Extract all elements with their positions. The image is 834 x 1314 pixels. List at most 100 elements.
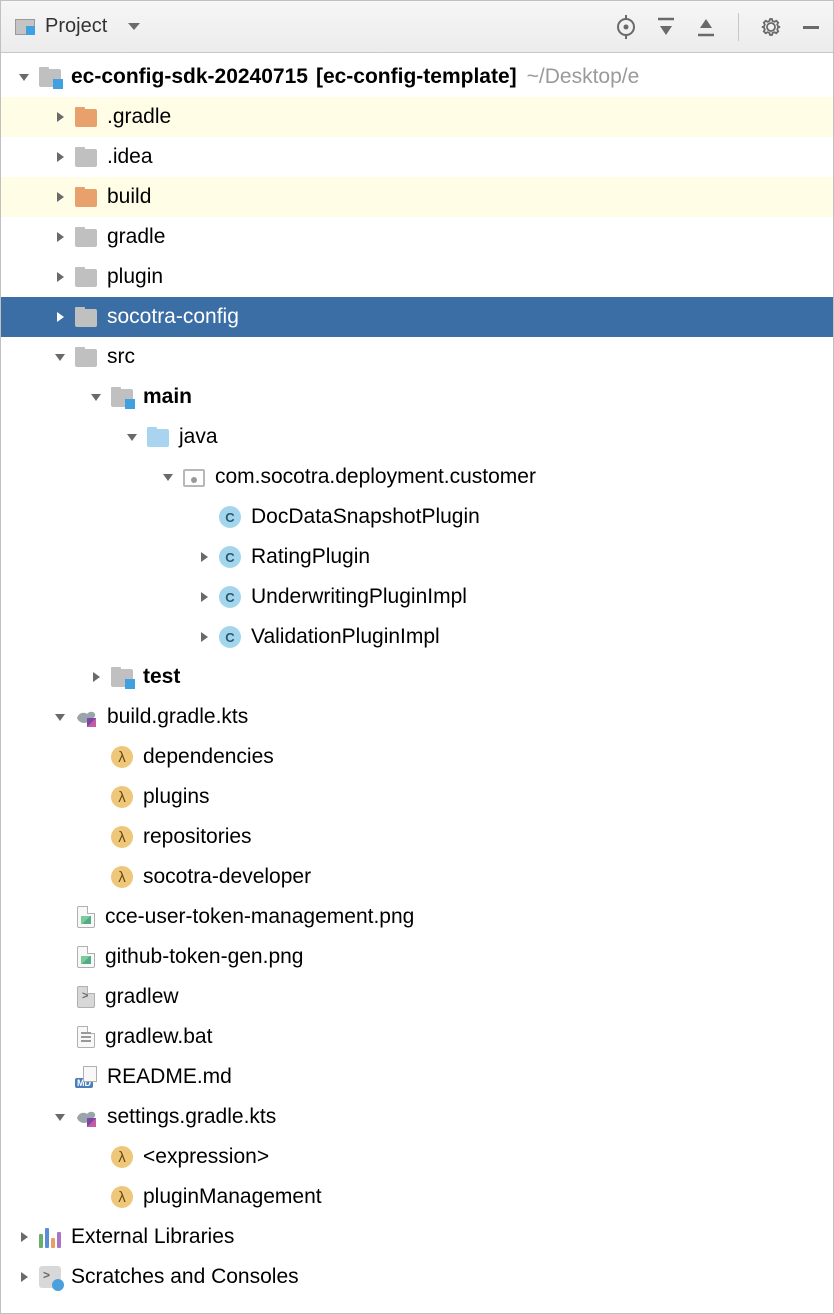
node-label: build (107, 185, 151, 209)
node-label: cce-user-token-management.png (105, 905, 414, 929)
folder-icon (75, 349, 97, 367)
tree-node-idea[interactable]: .idea (1, 137, 833, 177)
folder-icon (75, 229, 97, 247)
node-label: gradlew (105, 985, 179, 1009)
expand-arrow[interactable] (51, 708, 69, 726)
project-tree[interactable]: ec-config-sdk-20240715 [ec-config-templa… (1, 53, 833, 1297)
tree-node-gradle-dot[interactable]: .gradle (1, 97, 833, 137)
tree-node-class[interactable]: C ValidationPluginImpl (1, 617, 833, 657)
node-label: github-token-gen.png (105, 945, 304, 969)
tree-node-gradle[interactable]: gradle (1, 217, 833, 257)
node-label: plugin (107, 265, 163, 289)
module-folder-icon (111, 669, 133, 687)
tree-node-file[interactable]: gradlew.bat (1, 1017, 833, 1057)
tree-node-socotra-config[interactable]: socotra-config (1, 297, 833, 337)
expand-arrow[interactable] (15, 1228, 33, 1246)
tree-node-build[interactable]: build (1, 177, 833, 217)
tree-node-main[interactable]: main (1, 377, 833, 417)
source-folder-icon (147, 429, 169, 447)
shell-script-icon (77, 986, 95, 1008)
expand-all-icon (654, 15, 678, 39)
tree-node-file[interactable]: gradlew (1, 977, 833, 1017)
expand-arrow[interactable] (195, 628, 213, 646)
collapse-all-button[interactable] (694, 15, 718, 39)
target-icon (614, 15, 638, 39)
node-label: pluginManagement (143, 1185, 322, 1209)
class-icon: C (219, 506, 241, 528)
tree-node-class[interactable]: C RatingPlugin (1, 537, 833, 577)
tree-node-lambda[interactable]: λ pluginManagement (1, 1177, 833, 1217)
folder-icon (75, 149, 97, 167)
tree-node-lambda[interactable]: λ <expression> (1, 1137, 833, 1177)
expand-arrow[interactable] (195, 548, 213, 566)
expand-arrow[interactable] (87, 388, 105, 406)
tree-node-settings-gradle-kts[interactable]: settings.gradle.kts (1, 1097, 833, 1137)
expand-arrow[interactable] (15, 1268, 33, 1286)
node-label: ec-config-sdk-20240715 (71, 65, 308, 89)
tree-node-class[interactable]: C DocDataSnapshotPlugin (1, 497, 833, 537)
expand-all-button[interactable] (654, 15, 678, 39)
expand-arrow[interactable] (51, 348, 69, 366)
expand-arrow[interactable] (51, 108, 69, 126)
expand-arrow[interactable] (51, 228, 69, 246)
tree-node-file[interactable]: github-token-gen.png (1, 937, 833, 977)
expand-arrow[interactable] (123, 428, 141, 446)
expand-arrow[interactable] (51, 308, 69, 326)
module-folder-icon (111, 389, 133, 407)
lambda-icon: λ (111, 1186, 133, 1208)
folder-icon (75, 269, 97, 287)
node-label: .idea (107, 145, 153, 169)
node-label: ValidationPluginImpl (251, 625, 440, 649)
expand-arrow[interactable] (51, 1108, 69, 1126)
tool-window-title: Project (45, 15, 107, 38)
node-label: gradlew.bat (105, 1025, 212, 1049)
tree-node-lambda[interactable]: λ plugins (1, 777, 833, 817)
expand-arrow[interactable] (51, 268, 69, 286)
tree-node-test[interactable]: test (1, 657, 833, 697)
tree-node-plugin[interactable]: plugin (1, 257, 833, 297)
class-icon: C (219, 546, 241, 568)
module-folder-icon (39, 69, 61, 87)
chevron-down-icon (128, 23, 140, 30)
node-label: Scratches and Consoles (71, 1265, 299, 1289)
tree-node-build-gradle-kts[interactable]: build.gradle.kts (1, 697, 833, 737)
expand-arrow[interactable] (195, 588, 213, 606)
node-label: socotra-config (107, 305, 239, 329)
tree-node-lambda[interactable]: λ socotra-developer (1, 857, 833, 897)
expand-arrow[interactable] (51, 188, 69, 206)
markdown-file-icon (75, 1066, 97, 1088)
view-dropdown-button[interactable] (117, 15, 141, 39)
hide-button[interactable] (799, 15, 823, 39)
tree-node-file[interactable]: cce-user-token-management.png (1, 897, 833, 937)
tree-node-java[interactable]: java (1, 417, 833, 457)
class-icon: C (219, 626, 241, 648)
tree-node-lambda[interactable]: λ dependencies (1, 737, 833, 777)
folder-icon (75, 309, 97, 327)
tree-node-root[interactable]: ec-config-sdk-20240715 [ec-config-templa… (1, 57, 833, 97)
expand-arrow[interactable] (51, 148, 69, 166)
node-label: README.md (107, 1065, 232, 1089)
node-label: <expression> (143, 1145, 269, 1169)
expand-arrow[interactable] (159, 468, 177, 486)
expand-arrow[interactable] (15, 68, 33, 86)
separator (738, 13, 739, 41)
tree-node-scratches[interactable]: Scratches and Consoles (1, 1257, 833, 1297)
expand-arrow[interactable] (87, 668, 105, 686)
tree-node-external-libraries[interactable]: External Libraries (1, 1217, 833, 1257)
tree-node-src[interactable]: src (1, 337, 833, 377)
tree-node-lambda[interactable]: λ repositories (1, 817, 833, 857)
node-path: ~/Desktop/e (527, 65, 640, 89)
node-label: UnderwritingPluginImpl (251, 585, 467, 609)
libraries-icon (39, 1226, 61, 1248)
vcs-repo-label: [ec-config-template] (316, 65, 517, 89)
select-opened-file-button[interactable] (614, 15, 638, 39)
tree-node-class[interactable]: C UnderwritingPluginImpl (1, 577, 833, 617)
settings-button[interactable] (759, 15, 783, 39)
node-label: .gradle (107, 105, 171, 129)
tree-node-package[interactable]: com.socotra.deployment.customer (1, 457, 833, 497)
gradle-kotlin-icon (75, 706, 97, 728)
project-view-icon (15, 19, 35, 35)
node-label: com.socotra.deployment.customer (215, 465, 536, 489)
gear-icon (759, 15, 783, 39)
tree-node-file[interactable]: README.md (1, 1057, 833, 1097)
